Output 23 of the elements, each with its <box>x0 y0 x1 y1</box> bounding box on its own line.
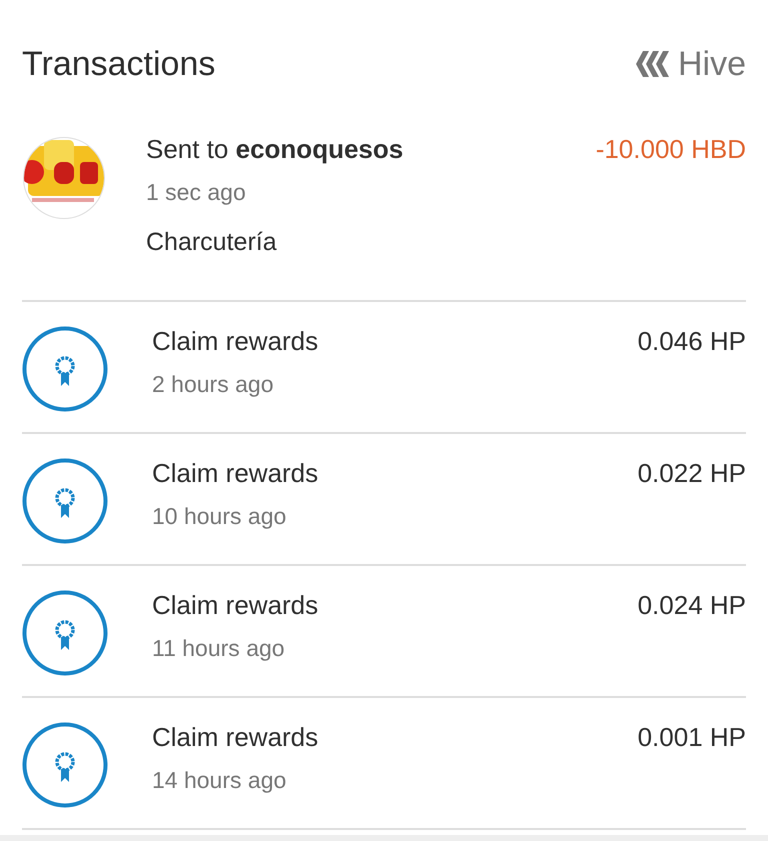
hive-logo-icon <box>636 49 670 79</box>
transaction-title: Claim rewards <box>152 326 318 357</box>
transaction-time: 10 hours ago <box>152 503 288 530</box>
transaction-time: 14 hours ago <box>152 767 288 794</box>
transaction-time: 2 hours ago <box>152 371 274 398</box>
network-name: Hive <box>678 44 746 84</box>
transaction-time: 11 hours ago <box>152 635 286 662</box>
award-icon <box>22 326 108 412</box>
transaction-title: Sent to econoquesos <box>146 134 404 165</box>
transaction-amount: 0.046 HP <box>638 326 746 357</box>
transaction-title: Claim rewards <box>152 458 318 489</box>
award-icon <box>22 590 108 676</box>
transaction-title: Claim rewards <box>152 722 318 753</box>
section-title: Transactions <box>22 44 216 84</box>
transaction-amount: 0.024 HP <box>638 590 746 621</box>
transaction-amount: 0.001 HP <box>638 722 746 753</box>
transaction-time: 1 sec ago <box>146 179 247 206</box>
transaction-amount: -10.000 HBD <box>596 134 746 165</box>
award-icon <box>22 458 108 544</box>
transaction-memo: Charcutería <box>146 228 278 257</box>
transaction-amount: 0.022 HP <box>638 458 746 489</box>
transaction-title: Claim rewards <box>152 590 318 621</box>
award-icon <box>22 722 108 808</box>
